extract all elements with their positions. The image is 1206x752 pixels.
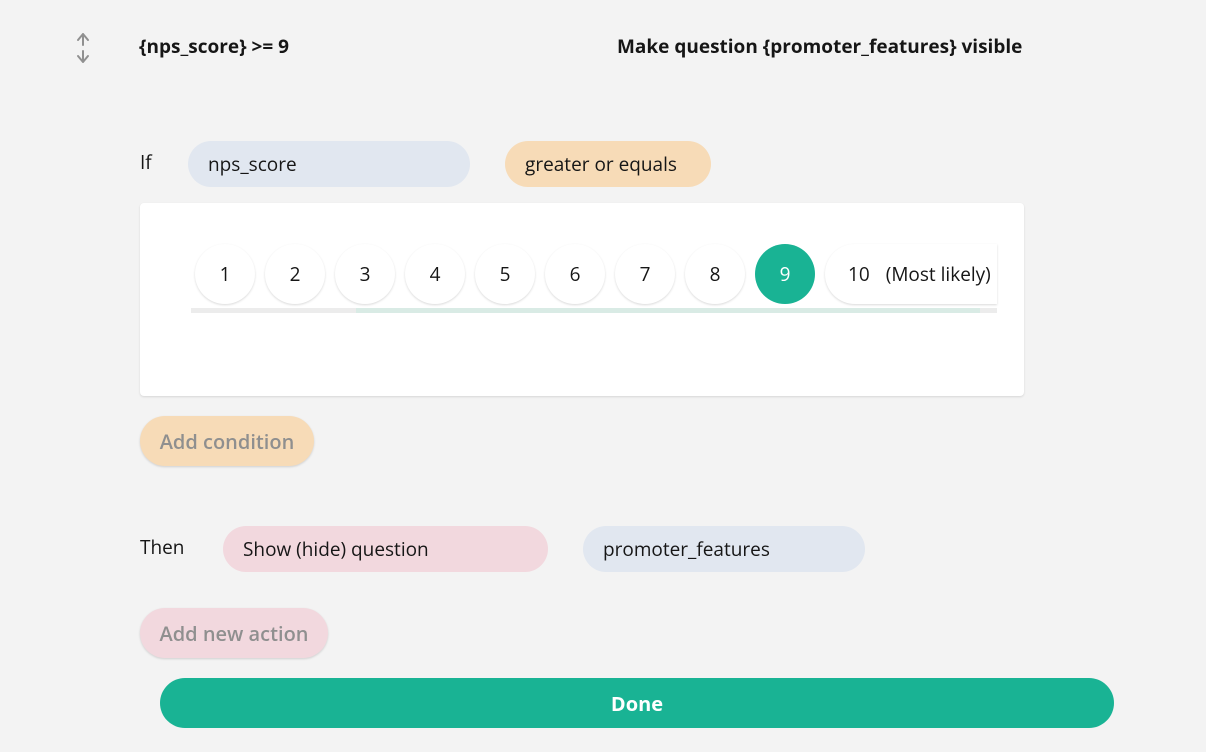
action-type-select[interactable]: Show (hide) question (223, 526, 548, 572)
rating-item-7[interactable]: 7 (615, 244, 675, 304)
rating-item-4[interactable]: 4 (405, 244, 465, 304)
rating-item-2[interactable]: 2 (265, 244, 325, 304)
done-button[interactable]: Done (160, 678, 1114, 728)
rating-item-label: 10 (848, 261, 870, 287)
action-summary[interactable]: Make question {promoter_features} visibl… (617, 33, 1022, 59)
rating-item-label: 3 (359, 261, 371, 287)
action-target-value: promoter_features (603, 536, 770, 562)
condition-summary[interactable]: {nps_score} >= 9 (139, 33, 289, 59)
rating-item-label: 7 (639, 261, 651, 287)
action-target-select[interactable]: promoter_features (583, 526, 865, 572)
rating-item-1[interactable]: 1 (195, 244, 255, 304)
rating-item-3[interactable]: 3 (335, 244, 395, 304)
rating-item-label: 6 (569, 261, 581, 287)
reorder-arrows-icon (77, 33, 89, 63)
rating-item-8[interactable]: 8 (685, 244, 745, 304)
rating-item-label: 8 (709, 261, 721, 287)
then-label: Then (140, 534, 185, 560)
rating-value-panel: 1 2 3 4 5 6 7 8 9 10 (Most likely) (140, 203, 1024, 396)
horizontal-scrollbar[interactable] (191, 308, 997, 313)
scrollbar-thumb[interactable] (356, 308, 980, 313)
rating-item-label: 2 (289, 261, 301, 287)
add-condition-button[interactable]: Add condition (140, 416, 314, 466)
add-new-action-button[interactable]: Add new action (140, 608, 328, 658)
rating-item-5[interactable]: 5 (475, 244, 535, 304)
action-type-value: Show (hide) question (243, 536, 429, 562)
rating-item-10[interactable]: 10 (Most likely) (825, 244, 997, 304)
question-select[interactable]: nps_score (188, 141, 470, 187)
rating-item-label: 5 (499, 261, 511, 287)
rating-item-9[interactable]: 9 (755, 244, 815, 304)
operator-select[interactable]: greater or equals (505, 141, 711, 187)
rating-max-label: (Most likely) (885, 261, 991, 287)
rating-item-6[interactable]: 6 (545, 244, 605, 304)
if-label: If (140, 149, 152, 175)
operator-select-value: greater or equals (525, 151, 677, 177)
question-select-value: nps_score (208, 151, 297, 177)
rating-item-label: 9 (779, 261, 791, 287)
drag-handle[interactable] (74, 32, 92, 64)
rating-item-label: 1 (219, 261, 231, 287)
rating-item-label: 4 (429, 261, 441, 287)
